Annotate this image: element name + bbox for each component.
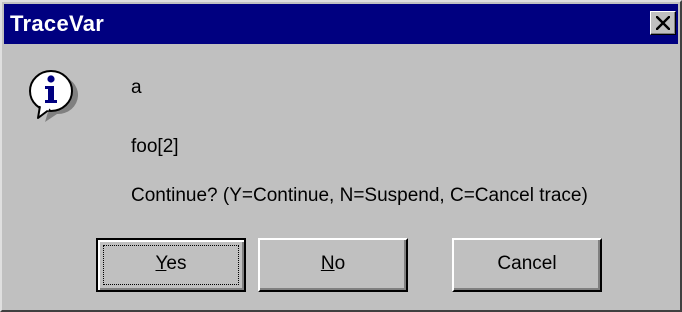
- tracevar-dialog: TraceVar a foo[2] Continue? (Y=Continue,…: [0, 0, 682, 312]
- close-button[interactable]: [650, 11, 676, 35]
- no-button-label: No: [321, 253, 345, 274]
- no-label-rest: o: [334, 253, 346, 274]
- information-icon: [28, 68, 79, 122]
- cancel-button-label: Cancel: [497, 253, 557, 274]
- message-line-element: foo[2]: [131, 136, 179, 157]
- title-bar[interactable]: TraceVar: [4, 4, 678, 44]
- yes-button-label: Yes: [155, 253, 186, 274]
- close-icon: [656, 16, 670, 30]
- message-line-prompt: Continue? (Y=Continue, N=Suspend, C=Canc…: [131, 185, 588, 206]
- cancel-button[interactable]: Cancel: [452, 238, 602, 292]
- yes-mnemonic: Y: [155, 253, 167, 274]
- yes-button[interactable]: Yes: [96, 238, 246, 292]
- message-line-variable: a: [131, 77, 142, 98]
- no-mnemonic: N: [320, 253, 335, 274]
- yes-label-rest: es: [166, 253, 187, 274]
- no-button[interactable]: No: [258, 238, 408, 292]
- window-title: TraceVar: [10, 11, 105, 36]
